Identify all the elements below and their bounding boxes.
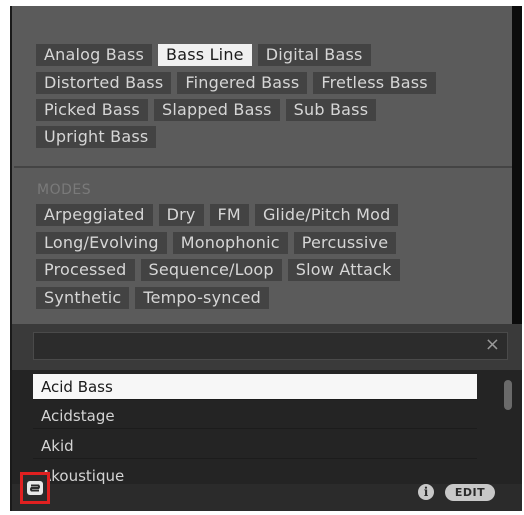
- tag-distorted-bass[interactable]: Distorted Bass: [36, 72, 172, 94]
- search-field[interactable]: ×: [33, 332, 508, 360]
- list-item-acidstage[interactable]: Acidstage: [33, 403, 477, 429]
- bass-types-row-1: Analog Bass Bass Line Digital Bass: [36, 44, 377, 66]
- section-divider: [14, 166, 514, 168]
- tag-slapped-bass[interactable]: Slapped Bass: [153, 99, 280, 121]
- clear-search-icon[interactable]: ×: [485, 334, 500, 355]
- tag-tempo-synced[interactable]: Tempo-synced: [135, 287, 269, 309]
- tag-fm[interactable]: FM: [209, 204, 249, 226]
- tag-fretless-bass[interactable]: Fretless Bass: [313, 72, 436, 94]
- browser-panel: Analog Bass Bass Line Digital Bass Disto…: [10, 6, 522, 511]
- modes-row-2: Long/Evolving Monophonic Percussive: [36, 232, 402, 254]
- modes-row-4: Synthetic Tempo-synced: [36, 287, 275, 309]
- tag-upright-bass[interactable]: Upright Bass: [36, 126, 157, 148]
- tag-slow-attack[interactable]: Slow Attack: [287, 259, 400, 281]
- results-scrollbar[interactable]: [504, 374, 514, 484]
- modes-section-label: MODES: [37, 182, 92, 198]
- results-list: Acid Bass Acidstage Akid Akoustique: [12, 370, 522, 484]
- tag-digital-bass[interactable]: Digital Bass: [257, 44, 371, 66]
- browser-toggle-button[interactable]: [20, 472, 50, 504]
- tag-picked-bass[interactable]: Picked Bass: [36, 99, 148, 121]
- tag-analog-bass[interactable]: Analog Bass: [36, 44, 153, 66]
- tag-processed[interactable]: Processed: [36, 259, 135, 281]
- list-item-akoustique[interactable]: Akoustique: [33, 463, 477, 484]
- tag-bass-line[interactable]: Bass Line: [158, 44, 252, 66]
- tag-percussive[interactable]: Percussive: [293, 232, 397, 254]
- info-icon[interactable]: i: [418, 484, 434, 500]
- edit-button[interactable]: EDIT: [445, 484, 495, 501]
- tag-fingered-bass[interactable]: Fingered Bass: [177, 72, 308, 94]
- tag-filter-panel: Analog Bass Bass Line Digital Bass Disto…: [12, 6, 514, 324]
- tag-glide-pitch-mod[interactable]: Glide/Pitch Mod: [254, 204, 399, 226]
- scrollbar-thumb[interactable]: [504, 380, 512, 410]
- tag-long-evolving[interactable]: Long/Evolving: [36, 232, 167, 254]
- tag-sub-bass[interactable]: Sub Bass: [285, 99, 377, 121]
- search-bar: ×: [12, 324, 522, 370]
- modes-row-1: Arpeggiated Dry FM Glide/Pitch Mod: [36, 204, 404, 226]
- list-item-akid[interactable]: Akid: [33, 433, 477, 459]
- browser-toggle-icon: [27, 481, 43, 495]
- bass-types-row-3: Picked Bass Slapped Bass Sub Bass: [36, 99, 382, 121]
- tag-dry[interactable]: Dry: [158, 204, 204, 226]
- tag-monophonic[interactable]: Monophonic: [172, 232, 288, 254]
- bass-types-row-4: Upright Bass: [36, 126, 162, 148]
- tag-synthetic[interactable]: Synthetic: [36, 287, 130, 309]
- modes-row-3: Processed Sequence/Loop Slow Attack: [36, 259, 406, 281]
- panel-edge: [512, 6, 522, 324]
- search-input[interactable]: [38, 335, 482, 359]
- tag-arpeggiated[interactable]: Arpeggiated: [36, 204, 153, 226]
- bass-types-row-2: Distorted Bass Fingered Bass Fretless Ba…: [36, 72, 442, 94]
- list-item-acid-bass[interactable]: Acid Bass: [33, 374, 477, 400]
- tag-sequence-loop[interactable]: Sequence/Loop: [140, 259, 282, 281]
